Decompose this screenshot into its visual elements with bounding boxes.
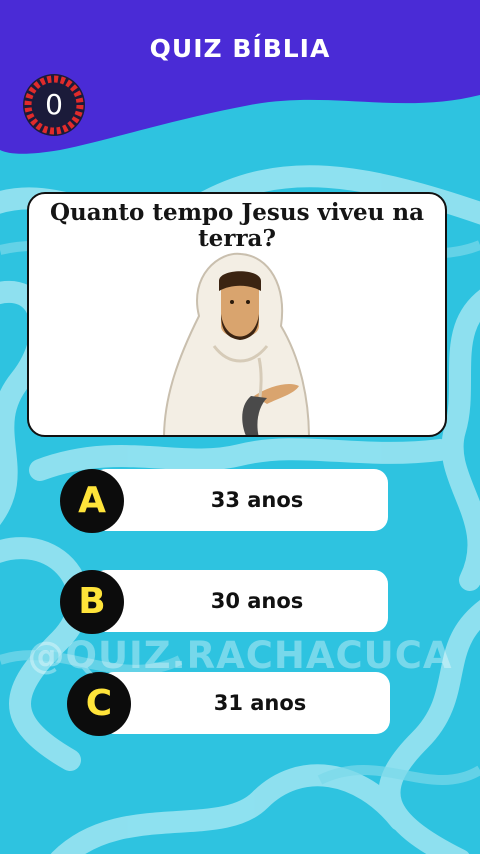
answer-option-a[interactable]: 33 anos	[92, 469, 388, 531]
answer-option-c-label: 31 anos	[213, 691, 307, 715]
answer-option-b[interactable]: 30 anos	[92, 570, 388, 632]
page-title: QUIZ BÍBLIA	[149, 34, 331, 63]
answer-option-c[interactable]: 31 anos	[100, 672, 390, 734]
jesus-illustration	[163, 252, 310, 435]
watermark: @QUIZ.RACHACUCA	[27, 634, 453, 677]
answer-option-b-label: 30 anos	[210, 589, 304, 613]
answer-badge-a[interactable]: A	[60, 469, 124, 533]
timer-value: 0	[45, 88, 63, 121]
question-text: Quanto tempo Jesus viveu na terra?	[50, 199, 424, 252]
answer-option-a-label: 33 anos	[210, 488, 304, 512]
question-card: Quanto tempo Jesus viveu na terra?	[27, 192, 447, 437]
answer-badge-c[interactable]: C	[67, 672, 131, 736]
answer-badge-b[interactable]: B	[60, 570, 124, 634]
